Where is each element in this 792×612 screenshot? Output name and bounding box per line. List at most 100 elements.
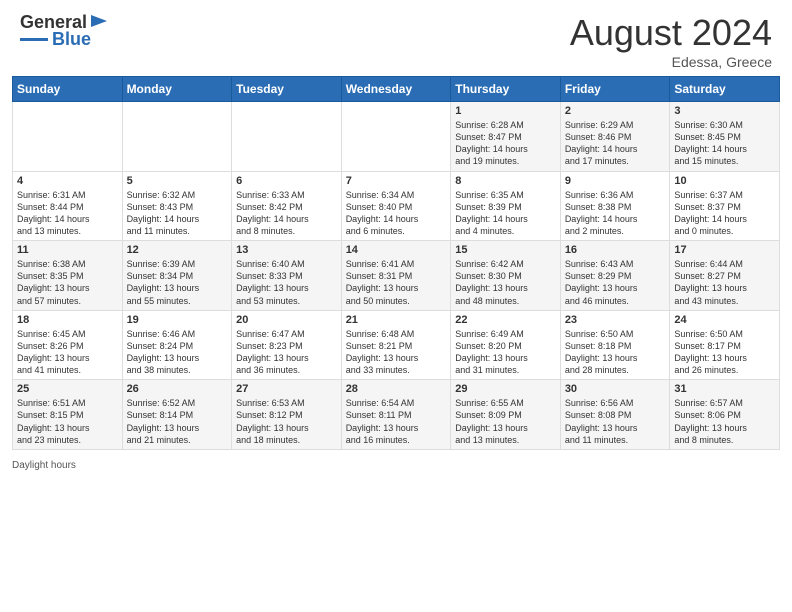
calendar-cell: 13Sunrise: 6:40 AM Sunset: 8:33 PM Dayli… [232,241,342,311]
calendar-cell [122,102,232,172]
title-block: August 2024 Edessa, Greece [570,12,772,70]
day-info: Sunrise: 6:57 AM Sunset: 8:06 PM Dayligh… [674,397,775,446]
calendar-wrapper: SundayMondayTuesdayWednesdayThursdayFrid… [0,76,792,456]
day-number: 11 [17,244,118,256]
day-number: 6 [236,175,337,187]
calendar-cell: 5Sunrise: 6:32 AM Sunset: 8:43 PM Daylig… [122,171,232,241]
day-number: 21 [346,314,447,326]
calendar-cell: 6 Sunrise: 6:33 AM Sunset: 8:42 PM Daylig… [232,171,342,241]
calendar-cell: 22Sunrise: 6:49 AM Sunset: 8:20 PM Dayli… [451,310,561,380]
day-number: 30 [565,383,666,395]
day-info: Sunrise: 6:37 AM Sunset: 8:37 PM Dayligh… [674,189,775,238]
day-number: 1 [455,105,556,117]
calendar-cell: 17 Sunrise: 6:44 AM Sunset: 8:27 PM Dayli… [670,241,780,311]
day-info: Sunrise: 6:48 AM Sunset: 8:21 PM Dayligh… [346,328,447,377]
day-info: Sunrise: 6:44 AM Sunset: 8:27 PM Dayligh… [674,258,775,307]
calendar-cell: 20 Sunrise: 6:47 AM Sunset: 8:23 PM Dayli… [232,310,342,380]
footer: Daylight hours [0,456,792,475]
day-info: Sunrise: 6:50 AM Sunset: 8:17 PM Dayligh… [674,328,775,377]
day-number: 26 [127,383,228,395]
day-number: 19 [127,314,228,326]
day-info: Sunrise: 6:38 AM Sunset: 8:35 PM Dayligh… [17,258,118,307]
day-number: 7 [346,175,447,187]
day-info: Sunrise: 6:41 AM Sunset: 8:31 PM Dayligh… [346,258,447,307]
calendar-cell: 2Sunrise: 6:29 AM Sunset: 8:46 PM Daylig… [560,102,670,172]
calendar-cell: 26 Sunrise: 6:52 AM Sunset: 8:14 PM Dayli… [122,380,232,450]
day-info: Sunrise: 6:36 AM Sunset: 8:38 PM Dayligh… [565,189,666,238]
day-info: Sunrise: 6:53 AM Sunset: 8:12 PM Dayligh… [236,397,337,446]
day-number: 9 [565,175,666,187]
day-info: Sunrise: 6:34 AM Sunset: 8:40 PM Dayligh… [346,189,447,238]
calendar-cell: 3 Sunrise: 6:30 AM Sunset: 8:45 PM Daylig… [670,102,780,172]
calendar-cell: 25 Sunrise: 6:51 AM Sunset: 8:15 PM Dayli… [13,380,123,450]
daylight-label: Daylight hours [12,460,76,471]
day-info: Sunrise: 6:30 AM Sunset: 8:45 PM Dayligh… [674,119,775,168]
month-year-title: August 2024 [570,12,772,54]
weekday-header-saturday: Saturday [670,77,780,102]
logo: General Blue [20,12,109,50]
calendar-cell: 23Sunrise: 6:50 AM Sunset: 8:18 PM Dayli… [560,310,670,380]
day-info: Sunrise: 6:47 AM Sunset: 8:23 PM Dayligh… [236,328,337,377]
day-info: Sunrise: 6:31 AM Sunset: 8:44 PM Dayligh… [17,189,118,238]
weekday-header-friday: Friday [560,77,670,102]
day-number: 3 [674,105,775,117]
day-number: 24 [674,314,775,326]
day-info: Sunrise: 6:42 AM Sunset: 8:30 PM Dayligh… [455,258,556,307]
day-number: 25 [17,383,118,395]
day-number: 20 [236,314,337,326]
day-number: 28 [346,383,447,395]
day-number: 4 [17,175,118,187]
weekday-header-thursday: Thursday [451,77,561,102]
day-number: 22 [455,314,556,326]
day-number: 10 [674,175,775,187]
calendar-cell: 4 Sunrise: 6:31 AM Sunset: 8:44 PM Daylig… [13,171,123,241]
day-number: 17 [674,244,775,256]
day-info: Sunrise: 6:55 AM Sunset: 8:09 PM Dayligh… [455,397,556,446]
day-info: Sunrise: 6:35 AM Sunset: 8:39 PM Dayligh… [455,189,556,238]
logo-flag-icon [89,13,109,33]
day-number: 27 [236,383,337,395]
calendar-cell: 8 Sunrise: 6:35 AM Sunset: 8:39 PM Daylig… [451,171,561,241]
calendar-cell: 24 Sunrise: 6:50 AM Sunset: 8:17 PM Dayli… [670,310,780,380]
day-info: Sunrise: 6:43 AM Sunset: 8:29 PM Dayligh… [565,258,666,307]
day-info: Sunrise: 6:33 AM Sunset: 8:42 PM Dayligh… [236,189,337,238]
calendar-cell: 9 Sunrise: 6:36 AM Sunset: 8:38 PM Daylig… [560,171,670,241]
day-number: 16 [565,244,666,256]
day-info: Sunrise: 6:51 AM Sunset: 8:15 PM Dayligh… [17,397,118,446]
calendar-cell: 30Sunrise: 6:56 AM Sunset: 8:08 PM Dayli… [560,380,670,450]
weekday-header-tuesday: Tuesday [232,77,342,102]
calendar-header: SundayMondayTuesdayWednesdayThursdayFrid… [13,77,780,102]
calendar-cell [13,102,123,172]
day-number: 31 [674,383,775,395]
weekday-header-monday: Monday [122,77,232,102]
calendar-cell: 12 Sunrise: 6:39 AM Sunset: 8:34 PM Dayli… [122,241,232,311]
calendar-table: SundayMondayTuesdayWednesdayThursdayFrid… [12,76,780,450]
day-number: 18 [17,314,118,326]
location-subtitle: Edessa, Greece [570,54,772,70]
day-number: 14 [346,244,447,256]
day-number: 13 [236,244,337,256]
calendar-cell: 16 Sunrise: 6:43 AM Sunset: 8:29 PM Dayli… [560,241,670,311]
day-info: Sunrise: 6:39 AM Sunset: 8:34 PM Dayligh… [127,258,228,307]
weekday-header-wednesday: Wednesday [341,77,451,102]
day-info: Sunrise: 6:29 AM Sunset: 8:46 PM Dayligh… [565,119,666,168]
calendar-cell: 11 Sunrise: 6:38 AM Sunset: 8:35 PM Dayli… [13,241,123,311]
calendar-cell [232,102,342,172]
day-info: Sunrise: 6:46 AM Sunset: 8:24 PM Dayligh… [127,328,228,377]
day-info: Sunrise: 6:50 AM Sunset: 8:18 PM Dayligh… [565,328,666,377]
day-info: Sunrise: 6:52 AM Sunset: 8:14 PM Dayligh… [127,397,228,446]
calendar-cell: 10 Sunrise: 6:37 AM Sunset: 8:37 PM Dayli… [670,171,780,241]
day-number: 8 [455,175,556,187]
weekday-header-sunday: Sunday [13,77,123,102]
day-number: 29 [455,383,556,395]
calendar-cell: 14 Sunrise: 6:41 AM Sunset: 8:31 PM Dayli… [341,241,451,311]
calendar-cell: 15Sunrise: 6:42 AM Sunset: 8:30 PM Dayli… [451,241,561,311]
calendar-cell: 27 Sunrise: 6:53 AM Sunset: 8:12 PM Dayli… [232,380,342,450]
calendar-cell: 28Sunrise: 6:54 AM Sunset: 8:11 PM Dayli… [341,380,451,450]
day-number: 12 [127,244,228,256]
day-info: Sunrise: 6:32 AM Sunset: 8:43 PM Dayligh… [127,189,228,238]
logo-blue: Blue [52,29,91,50]
calendar-cell: 29 Sunrise: 6:55 AM Sunset: 8:09 PM Dayli… [451,380,561,450]
page-header: General Blue August 2024 Edessa, Greece [0,0,792,76]
day-info: Sunrise: 6:28 AM Sunset: 8:47 PM Dayligh… [455,119,556,168]
